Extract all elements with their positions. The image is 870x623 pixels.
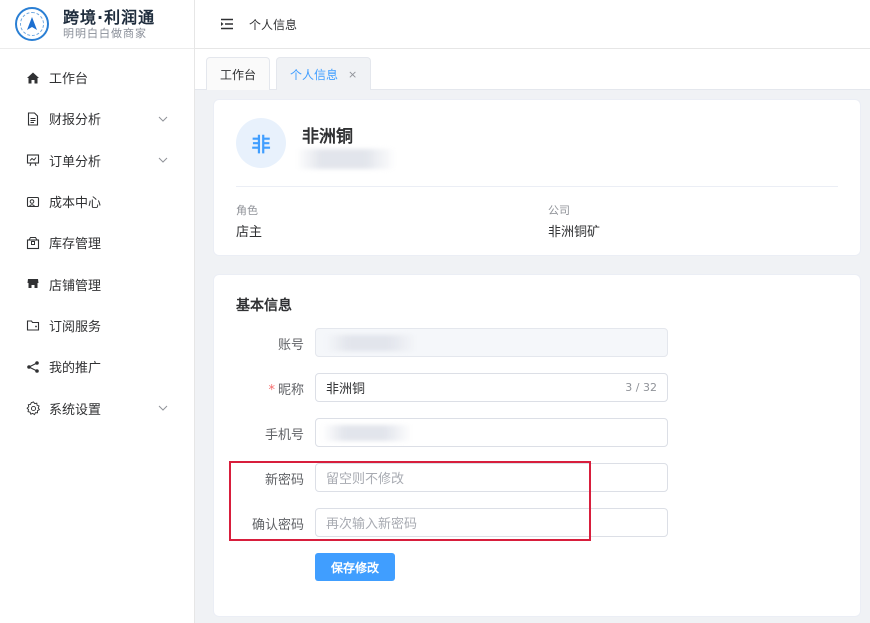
- sidebar-item-label: 成本中心: [49, 196, 102, 212]
- document-icon: [25, 111, 41, 127]
- sidebar-item-label: 店铺管理: [49, 278, 102, 294]
- char-count: 3 / 32: [625, 381, 657, 394]
- home-icon: [25, 70, 41, 86]
- close-icon[interactable]: ×: [348, 68, 357, 81]
- nickname-label: * 昵称: [234, 379, 304, 398]
- sidebar-item-subscription[interactable]: 订阅服务: [0, 305, 194, 346]
- sidebar-item-label: 订阅服务: [49, 319, 102, 335]
- sidebar-item-label: 工作台: [49, 72, 89, 88]
- gear-icon: [25, 400, 41, 416]
- profile-card: 非 非洲铜 角色 店主 公司 非洲铜矿: [213, 99, 861, 256]
- phone-label: 手机号: [264, 428, 304, 443]
- company-value: 非洲铜矿: [548, 225, 601, 240]
- section-title: 基本信息: [236, 298, 292, 314]
- shop-icon: [25, 276, 41, 292]
- breadcrumb[interactable]: 个人信息: [249, 16, 297, 33]
- highlight-box: [229, 461, 591, 541]
- redacted-text: [322, 425, 412, 441]
- sidebar-item-settings[interactable]: 系统设置: [0, 387, 194, 428]
- folder-icon: [25, 317, 41, 333]
- sidebar-menu: 工作台 财报分析 订单分析 成本中心 库存管理 店铺管理 订阅服务 我的推广 系…: [0, 49, 194, 429]
- sidebar-item-label: 系统设置: [49, 402, 102, 418]
- brand-subtitle: 明明白白做商家: [63, 26, 147, 40]
- sidebar-item-label: 财报分析: [49, 113, 102, 129]
- sidebar-item-label: 订单分析: [49, 154, 102, 170]
- role-label: 角色: [236, 204, 258, 217]
- avatar: 非: [236, 118, 286, 168]
- nickname-value: 非洲铜: [326, 382, 366, 397]
- sidebar-item-order-analysis[interactable]: 订单分析: [0, 140, 194, 181]
- tab-workbench[interactable]: 工作台: [206, 57, 271, 90]
- sidebar-item-label: 库存管理: [49, 237, 102, 253]
- chevron-down-icon: [157, 402, 169, 414]
- role-value: 店主: [236, 225, 263, 240]
- redacted-text: [296, 149, 396, 169]
- sidebar-item-inventory[interactable]: 库存管理: [0, 222, 194, 263]
- wallet-icon: [25, 194, 41, 210]
- save-button[interactable]: 保存修改: [315, 553, 395, 581]
- account-input: [315, 328, 668, 357]
- divider: [236, 186, 838, 187]
- sidebar-item-cost-center[interactable]: 成本中心: [0, 181, 194, 222]
- company-label: 公司: [548, 204, 570, 217]
- user-name: 非洲铜: [302, 127, 353, 147]
- tab-bar: 工作台 个人信息 ×: [195, 49, 870, 90]
- presentation-chart-icon: [25, 152, 41, 168]
- basic-info-card: 基本信息 账号 * 昵称 非洲铜 3 / 32 手机号 新密码 留空则不修改 确认…: [213, 274, 861, 617]
- sidebar-item-shop[interactable]: 店铺管理: [0, 263, 194, 304]
- brand-title: 跨境·利润通: [63, 7, 156, 27]
- brand: 跨境·利润通 明明白白做商家: [0, 0, 194, 49]
- sidebar-item-label: 我的推广: [49, 361, 102, 377]
- tab-label: 工作台: [220, 67, 257, 82]
- sidebar-item-financial-report[interactable]: 财报分析: [0, 98, 194, 139]
- nickname-input[interactable]: 非洲铜 3 / 32: [315, 373, 668, 402]
- top-header: 个人信息: [195, 0, 870, 49]
- redacted-text: [326, 335, 416, 351]
- phone-input[interactable]: [315, 418, 668, 447]
- required-mark: *: [268, 383, 275, 398]
- sidebar: 跨境·利润通 明明白白做商家 工作台 财报分析 订单分析 成本中心 库存管理 店…: [0, 0, 195, 623]
- tab-label: 个人信息: [290, 67, 339, 82]
- share-icon: [25, 359, 41, 375]
- menu-fold-icon[interactable]: [219, 16, 235, 32]
- chevron-down-icon: [157, 154, 169, 166]
- sidebar-item-promotion[interactable]: 我的推广: [0, 346, 194, 387]
- sidebar-item-workbench[interactable]: 工作台: [0, 57, 194, 98]
- tab-profile[interactable]: 个人信息 ×: [276, 57, 372, 90]
- nickname-label-text: 昵称: [277, 383, 304, 398]
- logo-icon: [15, 7, 49, 41]
- account-label: 账号: [277, 338, 304, 353]
- chevron-down-icon: [157, 113, 169, 125]
- box-icon: [25, 235, 41, 251]
